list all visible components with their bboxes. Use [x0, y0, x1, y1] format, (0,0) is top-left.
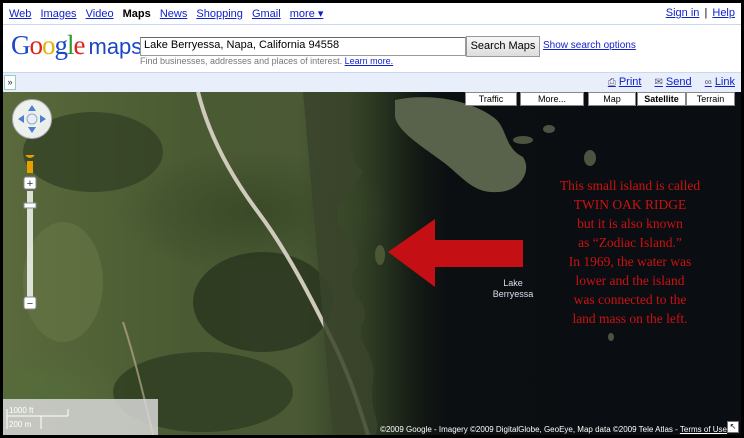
annotation-line: This small island is called: [559, 178, 701, 193]
help-link[interactable]: Help: [712, 7, 735, 19]
envelope-icon: ✉: [654, 77, 663, 88]
logo-letter: e: [73, 30, 86, 60]
large-island: [395, 97, 527, 193]
shoreline: [303, 92, 378, 435]
more-layers-button[interactable]: More...: [520, 92, 584, 106]
show-search-options-link[interactable]: Show search options: [543, 40, 636, 51]
scale-bar-lines: [6, 409, 69, 429]
twin-oak-ridge-island: [375, 245, 385, 265]
link-link[interactable]: ∞ Link: [705, 76, 735, 88]
top-nav-divider: [3, 24, 741, 25]
send-link[interactable]: ✉ Send: [655, 76, 692, 88]
copyright-text: ©2009 Google - Imagery ©2009 DigitalGlob…: [380, 425, 678, 434]
small-island: [584, 150, 596, 166]
small-island: [543, 125, 555, 133]
link-link-label: Link: [714, 76, 735, 88]
overview-toggle-icon[interactable]: ↖: [727, 421, 739, 433]
nav-more-link[interactable]: more ▾: [290, 8, 324, 20]
zoom-thumb: [23, 202, 37, 209]
printer-icon: ⎙: [607, 77, 616, 88]
print-link-label: Print: [618, 76, 642, 88]
pan-control[interactable]: [12, 99, 52, 139]
search-maps-button[interactable]: Search Maps: [466, 36, 540, 57]
traffic-button[interactable]: Traffic: [465, 92, 517, 106]
search-hint: Find businesses, addresses and places of…: [140, 56, 393, 66]
nav-shopping-link[interactable]: Shopping: [196, 8, 243, 20]
scale-meters-label: 200 m: [9, 420, 32, 429]
send-link-label: Send: [665, 76, 692, 88]
logo-letter: g: [54, 30, 68, 60]
print-link[interactable]: ⎙ Print: [608, 76, 642, 88]
search-hint-text: Find businesses, addresses and places of…: [140, 56, 343, 66]
terms-of-use-link[interactable]: Terms of Use: [680, 425, 727, 434]
link-icon: ∞: [704, 77, 712, 88]
annotation-line: was connected to the: [573, 292, 687, 307]
toolbar-links: ⎙ Print ✉ Send ∞ Link: [598, 76, 735, 88]
annotation-line: land mass on the left.: [572, 311, 688, 326]
svg-text:−: −: [27, 298, 33, 310]
pegman-body: [27, 161, 33, 173]
google-maps-logo[interactable]: Google maps: [11, 30, 142, 61]
browser-frame: Web Images Video Maps News Shopping Gmai…: [3, 3, 741, 435]
user-links: Sign in | Help: [666, 7, 735, 19]
zoom-control[interactable]: + −: [23, 148, 37, 315]
nav-news-link[interactable]: News: [160, 8, 188, 20]
logo-product-name: maps: [88, 34, 143, 59]
scale-bar: 1000 ft 200 m: [3, 399, 158, 435]
user-links-separator: |: [704, 7, 708, 19]
logo-letter: o: [42, 30, 55, 60]
zoom-slider: + −: [23, 148, 37, 310]
small-island: [608, 333, 614, 341]
red-arrow: [388, 219, 523, 287]
nav-gmail-link[interactable]: Gmail: [252, 8, 281, 20]
scale-feet-label: 1000 ft: [9, 406, 34, 415]
map-copyright: ©2009 Google - Imagery ©2009 DigitalGlob…: [380, 425, 727, 434]
annotation-caption: This small island is called TWIN OAK RID…: [530, 176, 730, 328]
svg-text:+: +: [27, 178, 33, 190]
collapse-panel-button[interactable]: »: [4, 75, 16, 90]
nav-maps-active: Maps: [122, 8, 151, 20]
logo-letter: o: [29, 30, 43, 60]
pegman-icon: [25, 148, 35, 158]
sign-in-link[interactable]: Sign in: [666, 7, 700, 19]
annotation-line: In 1969, the water was: [568, 254, 692, 269]
annotation-line: but it is also known: [577, 216, 683, 231]
annotation-line: TWIN OAK RIDGE: [573, 197, 687, 212]
logo-letter: G: [11, 30, 30, 60]
google-top-nav: Web Images Video Maps News Shopping Gmai…: [3, 3, 741, 25]
annotation-line: as “Zodiac Island.”: [578, 235, 682, 250]
search-input[interactable]: Lake Berryessa, Napa, California 94558: [140, 37, 466, 56]
map-toolbar: » ⎙ Print ✉ Send ∞ Link: [3, 72, 741, 92]
product-links: Web Images Video Maps News Shopping Gmai…: [9, 7, 329, 20]
nav-images-link[interactable]: Images: [40, 8, 76, 20]
map-type-terrain-button[interactable]: Terrain: [686, 92, 735, 106]
lake-berryessa-label: Lake Berryessa: [492, 278, 534, 299]
satellite-map[interactable]: + − Traffic More... Map Satellite Terrai…: [3, 92, 741, 435]
pan-arrows-icon: [18, 105, 46, 133]
map-type-map-button[interactable]: Map: [588, 92, 636, 106]
nav-web-link[interactable]: Web: [9, 8, 31, 20]
small-island: [513, 136, 533, 144]
learn-more-link[interactable]: Learn more.: [345, 56, 394, 66]
annotation-line: lower and the island: [575, 273, 685, 288]
nav-video-link[interactable]: Video: [86, 8, 114, 20]
map-type-satellite-button[interactable]: Satellite: [637, 92, 686, 106]
